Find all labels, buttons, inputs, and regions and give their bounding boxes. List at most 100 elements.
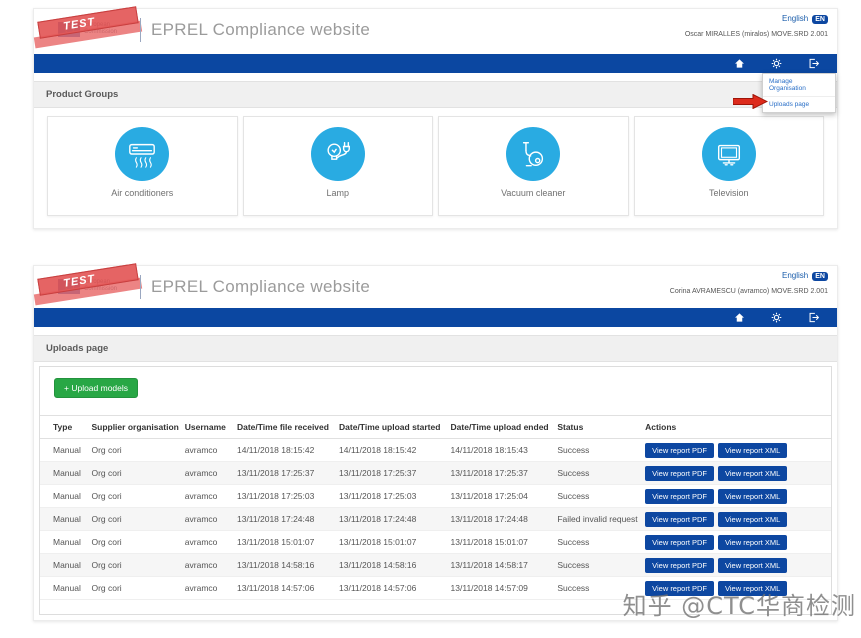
home-icon[interactable] <box>734 58 745 69</box>
cell-supplier_org: Org cori <box>87 484 181 508</box>
language-selector[interactable]: EN <box>812 272 828 281</box>
cell-type: Manual <box>40 530 88 554</box>
cell-actions: View report PDF View report XML <box>641 484 831 508</box>
view-report-xml-button[interactable]: View report XML <box>718 534 788 550</box>
view-report-pdf-button[interactable]: View report PDF <box>645 511 714 527</box>
cell-ended: 14/11/2018 18:15:43 <box>446 438 554 462</box>
view-report-pdf-button[interactable]: View report PDF <box>645 534 714 550</box>
uploads-table-body: Manual Org cori avramco 14/11/2018 18:15:42… <box>40 438 831 600</box>
cell-received: 13/11/2018 17:24:48 <box>232 507 336 531</box>
cell-status: Success <box>553 461 642 485</box>
sign-out-icon[interactable] <box>808 58 819 69</box>
eu-commission-logo: European Commission TEST <box>33 6 143 49</box>
card-television[interactable]: Television <box>633 116 824 216</box>
red-arrow-annotation <box>733 94 768 109</box>
gear-icon[interactable] <box>771 312 782 323</box>
cell-username: avramco <box>180 553 233 577</box>
language-label: English <box>782 271 809 280</box>
card-lamp[interactable]: Lamp <box>242 116 433 216</box>
cell-ended: 13/11/2018 17:24:48 <box>446 507 554 531</box>
table-row: Manual Org cori avramco 14/11/2018 18:15:42… <box>40 438 831 462</box>
cell-received: 14/11/2018 18:15:42 <box>232 438 336 462</box>
cell-status: Success <box>553 530 642 554</box>
cell-supplier_org: Org cori <box>87 507 181 531</box>
home-icon[interactable] <box>734 312 745 323</box>
cell-ended: 13/11/2018 14:57:09 <box>446 576 554 600</box>
cell-received: 13/11/2018 14:58:16 <box>232 553 336 577</box>
card-air-conditioners[interactable]: Air conditioners <box>47 116 238 216</box>
cell-username: avramco <box>180 507 233 531</box>
table-row: Manual Org cori avramco 13/11/2018 14:58:16… <box>40 553 831 577</box>
cell-supplier_org: Org cori <box>87 576 181 600</box>
column-header: Date/Time file received <box>232 415 336 439</box>
cell-received: 13/11/2018 17:25:37 <box>232 461 336 485</box>
cell-username: avramco <box>180 438 233 462</box>
cell-type: Manual <box>40 553 88 577</box>
cell-username: avramco <box>180 530 233 554</box>
cell-status: Success <box>553 484 642 508</box>
card-vacuum-cleaner[interactable]: Vacuum cleaner <box>438 116 629 216</box>
cell-type: Manual <box>40 507 88 531</box>
cell-started: 14/11/2018 18:15:42 <box>335 438 447 462</box>
settings-dropdown-menu: Manage Organisation Uploads page <box>762 73 836 113</box>
cell-ended: 13/11/2018 17:25:37 <box>446 461 554 485</box>
cell-ended: 13/11/2018 15:01:07 <box>446 530 554 554</box>
view-report-pdf-button[interactable]: View report PDF <box>645 465 714 481</box>
view-report-xml-button[interactable]: View report XML <box>718 488 788 504</box>
gear-icon[interactable] <box>771 58 782 69</box>
cell-username: avramco <box>180 461 233 485</box>
cell-received: 13/11/2018 14:57:06 <box>232 576 336 600</box>
column-header: Actions <box>641 415 831 439</box>
table-row: Manual Org cori avramco 13/11/2018 17:24:48… <box>40 507 831 531</box>
cell-status: Success <box>553 438 642 462</box>
section-bar-product-groups: Product Groups <box>34 81 837 108</box>
cell-supplier_org: Org cori <box>87 530 181 554</box>
view-report-pdf-button[interactable]: View report PDF <box>645 488 714 504</box>
site-title: EPREL Compliance website <box>151 277 371 296</box>
cell-status: Failed invalid request <box>553 507 642 531</box>
upload-models-button[interactable]: + Upload models <box>54 378 139 398</box>
column-header: Username <box>180 415 233 439</box>
column-header: Supplier organisation <box>87 415 181 439</box>
menu-item-manage-organisation[interactable]: Manage Organisation <box>763 74 835 96</box>
site-header: European Commission TEST EPREL Complianc… <box>33 6 837 54</box>
cell-type: Manual <box>40 461 88 485</box>
section-label: Uploads page <box>46 343 109 354</box>
menu-item-uploads-page[interactable]: Uploads page <box>763 96 835 112</box>
card-label: Television <box>708 188 749 198</box>
cell-username: avramco <box>180 484 233 508</box>
section-bar-uploads-page: Uploads page <box>34 335 837 362</box>
cell-started: 13/11/2018 17:25:37 <box>335 461 447 485</box>
card-label: Lamp <box>326 188 349 198</box>
cell-type: Manual <box>40 576 88 600</box>
cell-ended: 13/11/2018 14:58:17 <box>446 553 554 577</box>
column-header: Date/Time upload started <box>335 415 447 439</box>
card-label: Air conditioners <box>111 188 174 198</box>
user-info: Corina AVRAMESCU (avramco) MOVE.SRD 2.00… <box>669 288 828 295</box>
site-header: European Commission TEST EPREL Complianc… <box>33 263 837 308</box>
logo-divider <box>140 275 141 299</box>
screenshot-product-groups: European Commission TEST EPREL Complianc… <box>33 6 838 229</box>
view-report-xml-button[interactable]: View report XML <box>718 511 788 527</box>
cell-actions: View report PDF View report XML <box>641 507 831 531</box>
cell-actions: View report PDF View report XML <box>641 530 831 554</box>
uploads-table: Type Supplier organisation Username Date/Ti… <box>40 415 831 600</box>
view-report-xml-button[interactable]: View report XML <box>718 465 788 481</box>
product-group-cards: Air conditioners Lamp Vacuum cleaner Tel… <box>34 108 837 216</box>
cell-type: Manual <box>40 484 88 508</box>
television-icon <box>701 127 756 181</box>
cell-started: 13/11/2018 17:25:03 <box>335 484 447 508</box>
language-selector[interactable]: EN <box>812 15 828 24</box>
view-report-xml-button[interactable]: View report XML <box>718 557 788 573</box>
lamp-icon <box>310 127 365 181</box>
cell-actions: View report PDF View report XML <box>641 438 831 462</box>
cell-ended: 13/11/2018 17:25:04 <box>446 484 554 508</box>
table-row: Manual Org cori avramco 13/11/2018 17:25:37… <box>40 461 831 485</box>
sign-out-icon[interactable] <box>808 312 819 323</box>
watermark: 知乎 @CTC华商检测 <box>622 592 856 620</box>
user-info: Oscar MIRALLES (miralos) MOVE.SRD 2.001 <box>684 31 828 38</box>
cell-supplier_org: Org cori <box>87 438 181 462</box>
view-report-xml-button[interactable]: View report XML <box>718 442 788 458</box>
view-report-pdf-button[interactable]: View report PDF <box>645 557 714 573</box>
view-report-pdf-button[interactable]: View report PDF <box>645 442 714 458</box>
